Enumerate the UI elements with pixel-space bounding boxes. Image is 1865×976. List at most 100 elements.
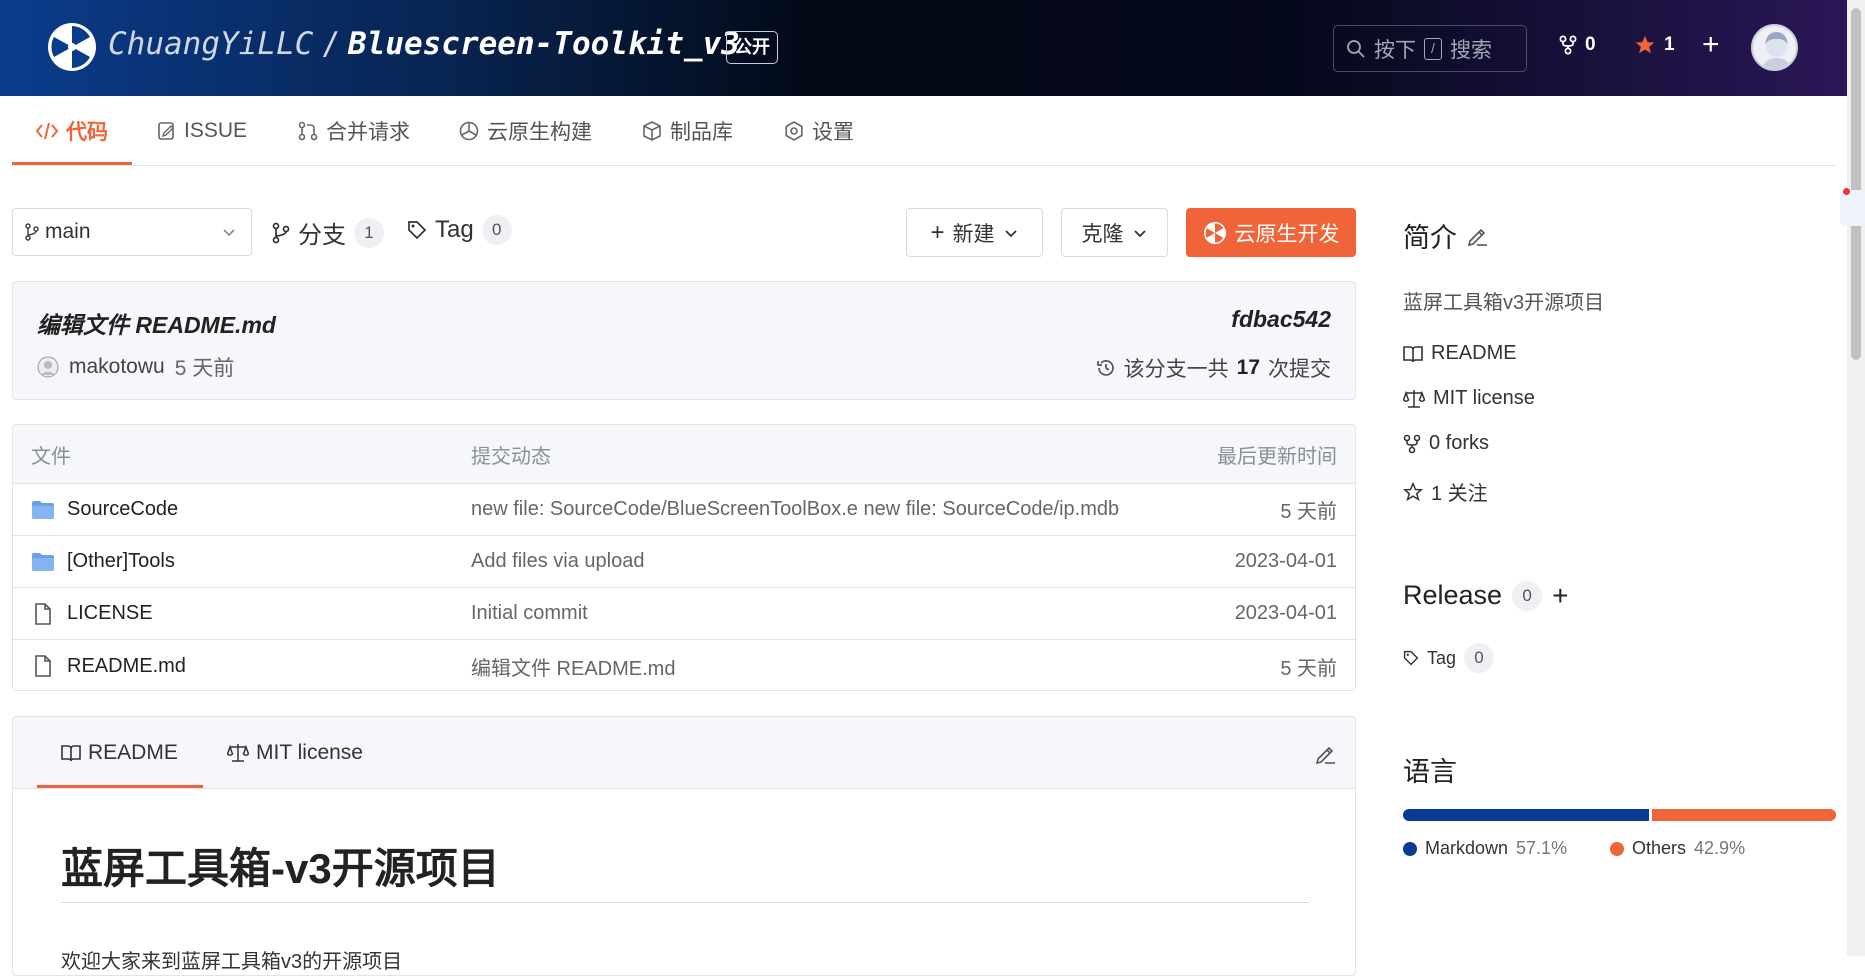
repo-owner-link[interactable]: ChuangYiLLC [108,26,313,62]
pull-request-icon [298,121,318,141]
branch-selector[interactable]: main [12,208,252,256]
cnb-logo-icon[interactable] [47,22,97,72]
assistant-widget[interactable] [1840,190,1865,226]
tab-label: 合并请求 [326,121,410,144]
tab-settings[interactable]: 设置 [784,96,854,166]
file-name[interactable]: LICENSE [67,602,153,625]
commit-hash[interactable]: fdbac542 [1231,306,1331,333]
tab-label: 云原生构建 [487,121,592,144]
commit-author[interactable]: makotowu [69,355,165,379]
notification-dot [1843,188,1850,195]
header-time: 最后更新时间 [1217,445,1337,468]
file-name[interactable]: SourceCode [67,498,178,521]
chevron-down-icon [223,229,235,237]
tab-packages[interactable]: 制品库 [642,96,733,166]
new-button[interactable]: + 新建 [906,208,1043,257]
path-separator: / [321,26,340,62]
file-commit-message[interactable]: Add files via upload [471,536,644,587]
user-avatar[interactable] [1751,24,1798,71]
book-icon [1403,345,1423,362]
star-button[interactable]: 1 [1634,34,1675,56]
file-commit-message[interactable]: 编辑文件 README.md [471,640,675,690]
readme-panel: README MIT license 蓝屏工具箱-v3开源项目 欢迎大家来到蓝屏… [12,716,1356,976]
page-scrollbar[interactable] [1847,0,1865,956]
star-outline-icon [1403,481,1423,501]
fork-button[interactable]: 0 [1559,34,1596,56]
commit-count-suffix: 次提交 [1268,358,1331,381]
chevron-down-icon [1004,229,1017,237]
tab-readme[interactable]: README [61,717,178,789]
gear-icon [785,121,803,141]
search-input[interactable]: 按下 / 搜索 [1333,25,1527,72]
branches-label: 分支 [298,222,346,249]
clone-button[interactable]: 克隆 [1061,208,1168,257]
cloud-dev-button[interactable]: 云原生开发 [1186,208,1356,257]
repo-tabs: 代码 ISSUE 合并请求 云原生构建 制品库 设置 [12,96,1837,166]
repo-name-link[interactable]: Bluescreen-Toolkit_v3 [348,26,740,62]
commit-count-prefix: 该分支一共 [1123,358,1229,381]
commit-count: 17 [1236,356,1260,379]
tags-link[interactable]: Tag 0 [407,215,512,245]
fork-icon [1559,35,1577,55]
edit-icon[interactable] [1467,225,1489,247]
create-plus-icon[interactable]: + [1702,30,1720,60]
build-icon [459,121,479,141]
language-legend-markdown: Markdown 57.1% [1403,838,1567,859]
file-commit-message[interactable]: new file: SourceCode/BlueScreenToolBox.e… [471,484,1119,535]
language-dot [1610,841,1624,856]
tab-license[interactable]: MIT license [227,717,363,789]
tab-pull-requests[interactable]: 合并请求 [298,96,410,166]
sidebar-link-watchers[interactable]: 1 关注 [1403,477,1488,506]
sidebar-link-forks[interactable]: 0 forks [1403,432,1489,455]
readme-paragraph: 欢迎大家来到蓝屏工具箱v3的开源项目 [61,951,403,973]
package-icon [643,121,661,141]
edit-icon[interactable] [1315,743,1337,765]
about-title: 简介 [1403,223,1457,253]
author-avatar [37,356,59,378]
table-row[interactable]: SourceCode new file: SourceCode/BlueScre… [13,484,1355,536]
file-commit-message[interactable]: Initial commit [471,588,588,639]
tags-label: Tag [435,216,474,243]
table-row[interactable]: LICENSE Initial commit 2023-04-01 [13,588,1355,640]
issue-icon [158,122,174,140]
branches-link[interactable]: 分支 1 [272,215,384,250]
tag-count: 0 [1464,643,1495,673]
file-name[interactable]: [Other]Tools [67,550,175,573]
commit-time: 5 天前 [174,357,235,380]
commit-history-link[interactable]: 该分支一共 17 次提交 [1096,353,1331,383]
tab-code[interactable]: 代码 [36,96,108,166]
header-message: 提交动态 [471,445,551,468]
repo-path: ChuangYiLLC / Bluescreen-Toolkit_v3 [108,26,740,62]
commit-meta: makotowu 5 天前 [37,352,234,382]
commit-message[interactable]: 编辑文件 README.md [37,306,276,340]
scrollbar-thumb[interactable] [1851,8,1861,360]
search-shortcut-key: / [1424,37,1442,60]
header-name: 文件 [31,445,71,468]
new-label: 新建 [952,222,995,246]
language-bar [1403,809,1836,821]
fork-icon [1403,434,1421,453]
tab-issue[interactable]: ISSUE [158,96,247,166]
add-release-icon[interactable]: + [1552,581,1568,610]
branches-count: 1 [354,217,384,248]
clone-label: 克隆 [1081,222,1124,246]
sidebar-tag-link[interactable]: Tag 0 [1403,643,1495,673]
history-icon [1096,360,1114,376]
table-row[interactable]: README.md 编辑文件 README.md 5 天前 [13,640,1355,690]
language-heading: 语言 [1403,750,1457,789]
star-count: 1 [1664,34,1675,55]
latest-commit: 编辑文件 README.md fdbac542 makotowu 5 天前 该分… [12,281,1356,400]
file-time: 2023-04-01 [1234,550,1337,572]
tab-cloud-build[interactable]: 云原生构建 [459,96,592,166]
chevron-down-icon [1133,229,1146,237]
sidebar-link-license[interactable]: MIT license [1403,387,1535,410]
sidebar-link-readme[interactable]: README [1403,342,1517,365]
file-time: 5 天前 [1280,657,1337,680]
active-tab-indicator [37,785,203,788]
readme-tabs: README MIT license [13,717,1355,789]
language-name: Others [1632,838,1687,858]
readme-heading: 蓝屏工具箱-v3开源项目 [61,845,500,892]
sidebar-link-label: 1 关注 [1431,483,1488,505]
table-row[interactable]: [Other]Tools Add files via upload 2023-0… [13,536,1355,588]
file-name[interactable]: README.md [67,655,186,678]
